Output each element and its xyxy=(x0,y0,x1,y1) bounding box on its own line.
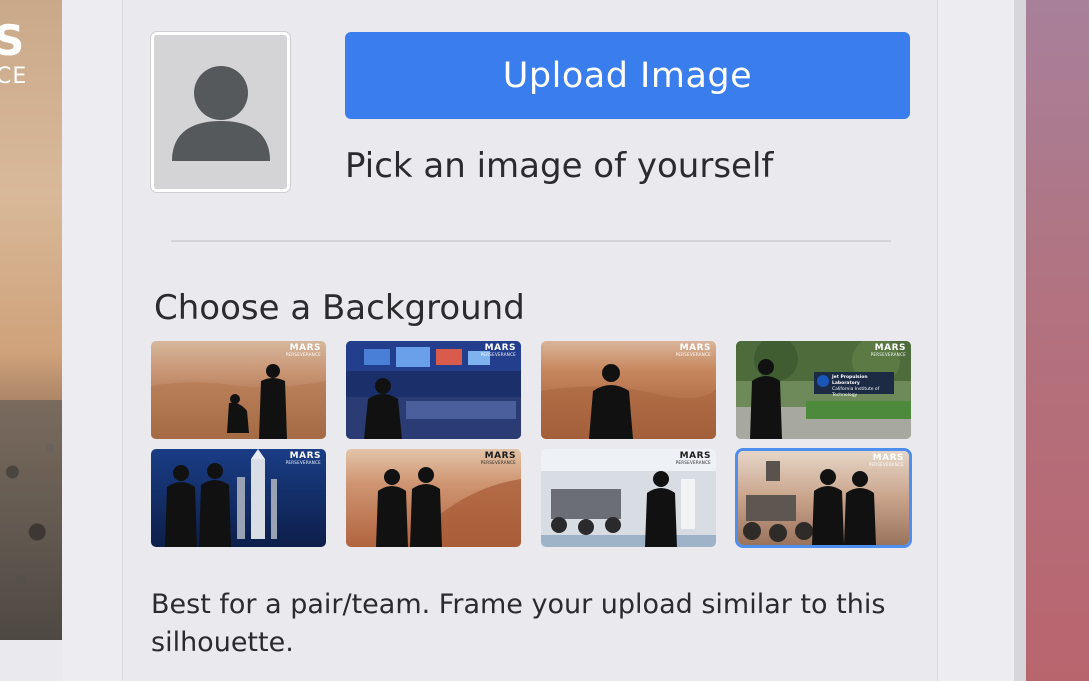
right-gutter xyxy=(938,0,1014,681)
background-option-mars-desert-dog[interactable]: MARS PERSEVERANCE xyxy=(151,341,326,439)
jpl-sign: Jet Propulsion Laboratory California Ins… xyxy=(814,372,894,398)
upload-hint: Pick an image of yourself xyxy=(345,146,774,186)
right-divider xyxy=(1014,0,1026,681)
mars-perseverance-logo: MARS PERSEVERANCE xyxy=(480,451,516,465)
background-option-mars-terrain[interactable]: MARS PERSEVERANCE xyxy=(541,341,716,439)
background-option-mission-control[interactable]: MARS PERSEVERANCE xyxy=(346,341,521,439)
selfie-setup-panel: Upload Image Pick an image of yourself C… xyxy=(122,0,938,681)
mars-perseverance-logo: MARS PERSEVERANCE xyxy=(285,451,321,465)
backdrop-logo-subtext: CE xyxy=(0,64,28,89)
mars-backdrop-left: S CE xyxy=(0,0,62,640)
mars-perseverance-logo: MARS PERSEVERANCE xyxy=(285,343,321,357)
mars-perseverance-logo: MARS PERSEVERANCE xyxy=(868,453,904,467)
mars-perseverance-logo: MARS PERSEVERANCE xyxy=(480,343,516,357)
backdrop-logo-text: S xyxy=(0,16,25,65)
background-option-rocket-launch[interactable]: MARS PERSEVERANCE xyxy=(151,449,326,547)
backdrop-right xyxy=(1026,0,1089,681)
avatar-placeholder[interactable] xyxy=(151,32,290,192)
left-gutter xyxy=(62,0,122,681)
section-divider xyxy=(171,240,891,242)
selected-background-description: Best for a pair/team. Frame your upload … xyxy=(151,589,886,658)
background-option-jpl-campus[interactable]: Jet Propulsion Laboratory California Ins… xyxy=(736,341,911,439)
background-option-perseverance-rover[interactable]: MARS PERSEVERANCE xyxy=(738,451,909,545)
user-silhouette-icon xyxy=(172,66,270,161)
mars-perseverance-logo: MARS PERSEVERANCE xyxy=(675,451,711,465)
background-grid: MARS PERSEVERANCE MARS PERSEVERANCE MARS… xyxy=(151,341,911,549)
mars-perseverance-logo: MARS PERSEVERANCE xyxy=(675,343,711,357)
background-option-mars-dunes[interactable]: MARS PERSEVERANCE xyxy=(346,449,521,547)
background-option-rover-clean-room[interactable]: MARS PERSEVERANCE xyxy=(541,449,716,547)
background-section-heading: Choose a Background xyxy=(154,288,525,328)
nasa-meatball-icon xyxy=(817,375,829,387)
backdrop-rocks xyxy=(0,400,62,640)
mars-perseverance-logo: MARS PERSEVERANCE xyxy=(870,343,906,357)
upload-image-button[interactable]: Upload Image xyxy=(345,32,910,119)
